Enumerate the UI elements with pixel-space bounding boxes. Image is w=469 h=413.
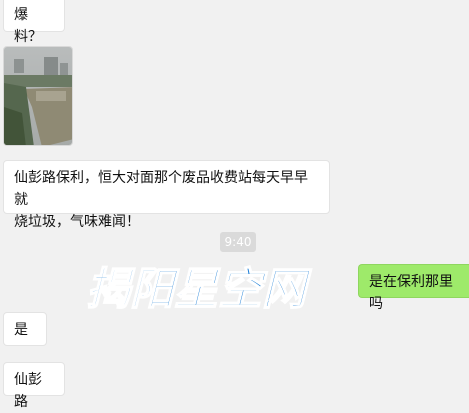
svg-text:揭阳星空网: 揭阳星空网 bbox=[86, 264, 312, 314]
message-text: 是 bbox=[14, 322, 28, 338]
message-bubble[interactable]: 仙彭路 bbox=[3, 362, 65, 410]
message-bubble[interactable]: 是 bbox=[3, 312, 47, 346]
watermark-logo: 揭阳星空网 bbox=[82, 258, 320, 316]
photo-image bbox=[4, 47, 72, 145]
image-message[interactable] bbox=[3, 46, 73, 146]
message-bubble[interactable]: 仙彭路保利，恒大对面那个废品收费站每天早早就 烧垃圾，气味难闻！ bbox=[3, 160, 330, 230]
chat-area: 爆料？ 仙彭路保利，恒大对面那个废品收费站每天早早就 烧垃圾，气味难闻！ 9:4… bbox=[0, 0, 469, 410]
message-text: 是在保利那里吗 bbox=[369, 274, 453, 312]
message-text: 爆料？ bbox=[14, 7, 42, 45]
message-text-line: 仙彭路保利，恒大对面那个废品收费站每天早早就 bbox=[14, 170, 308, 208]
message-timestamp: 9:40 bbox=[220, 232, 256, 252]
message-text-line: 烧垃圾，气味难闻！ bbox=[14, 214, 140, 230]
message-bubble[interactable]: 爆料？ bbox=[3, 0, 65, 45]
message-text: 仙彭路 bbox=[14, 372, 42, 410]
message-bubble-self[interactable]: 是在保利那里吗 bbox=[358, 264, 469, 312]
